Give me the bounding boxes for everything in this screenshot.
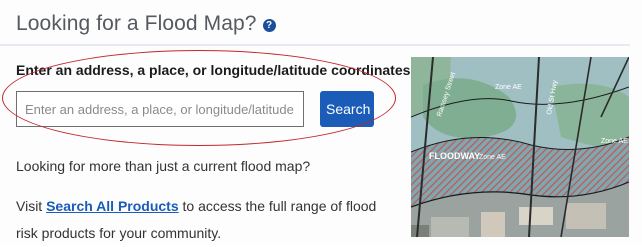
search-all-products-link[interactable]: Search All Products bbox=[46, 198, 179, 214]
search-row: Search bbox=[16, 91, 374, 127]
flood-map-image: Zone AE Zone AE FLOODWAY Zone AE Ramsey … bbox=[411, 57, 629, 237]
map-building bbox=[431, 217, 469, 237]
map-label-zone-ae: Zone AE bbox=[601, 138, 628, 145]
panel-header: Looking for a Flood Map? ? bbox=[16, 12, 276, 36]
page-title: Looking for a Flood Map? bbox=[16, 12, 257, 35]
flood-map-thumbnail[interactable]: Zone AE Zone AE FLOODWAY Zone AE Ramsey … bbox=[411, 57, 629, 237]
search-prompt: Enter an address, a place, or longitude/… bbox=[16, 62, 416, 78]
search-input[interactable] bbox=[16, 91, 304, 127]
help-icon[interactable]: ? bbox=[262, 18, 276, 32]
map-label-floodway-zone: Zone AE bbox=[479, 154, 506, 161]
header-divider bbox=[0, 44, 630, 46]
flood-map-panel: Looking for a Flood Map? ? Enter an addr… bbox=[0, 0, 642, 245]
visit-prefix: Visit bbox=[16, 198, 47, 214]
map-building bbox=[411, 225, 429, 237]
map-label-zone-ae: Zone AE bbox=[495, 84, 522, 91]
more-info-text: Looking for more than just a current flo… bbox=[16, 158, 311, 174]
map-label-floodway: FLOODWAY bbox=[429, 151, 480, 161]
map-building bbox=[519, 207, 553, 225]
visit-text: Visit Search All Products to access the … bbox=[16, 193, 386, 247]
map-building bbox=[481, 212, 505, 237]
map-building bbox=[566, 203, 606, 229]
search-button[interactable]: Search bbox=[320, 91, 374, 127]
